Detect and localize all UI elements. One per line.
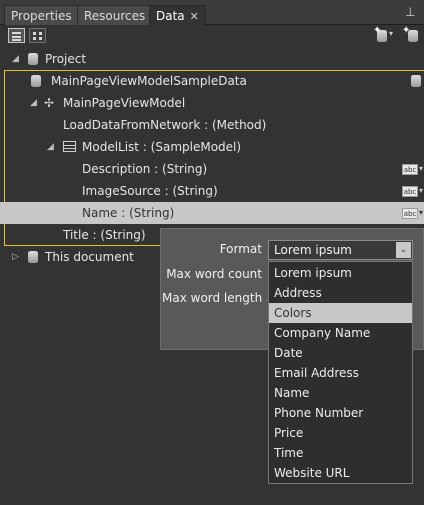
dropdown-option[interactable]: Phone Number [269,403,412,423]
pin-icon[interactable]: ⊥ [405,5,415,19]
tree-item-load-method[interactable]: LoadDataFromNetwork : (Method) [0,114,424,136]
tree-item-name[interactable]: Name : (String) abc ▾ [0,202,424,224]
tree-item-label: LoadDataFromNetwork : (Method) [63,118,267,132]
max-word-count-label: Max word count [166,267,262,281]
chevron-down-icon[interactable]: ⌄ [396,242,411,258]
database-icon [28,251,38,263]
dropdown-option[interactable]: Company Name [269,323,412,343]
dropdown-option[interactable]: Name [269,383,412,403]
tree-item-label: Description : (String) [82,162,208,176]
string-type-icon[interactable]: abc [402,208,418,219]
dropdown-option[interactable]: Address [269,283,412,303]
tree-item-model-list[interactable]: ◢ ModelList : (SampleModel) [0,136,424,158]
tree-item-label: Project [45,52,87,66]
collection-icon [63,141,76,152]
collapse-triangle-icon[interactable]: ◢ [30,92,37,114]
dropdown-option[interactable]: Website URL [269,463,412,483]
tab-resources-label: Resources [84,9,146,23]
string-type-icon[interactable]: abc [402,186,418,197]
tree-item-this-document[interactable]: ▷ This document [0,246,160,268]
close-icon[interactable]: ✕ [190,7,199,27]
details-mode-icon[interactable] [29,28,46,43]
tree-item-label: MainPageViewModelSampleData [51,74,247,88]
tree-item-description[interactable]: Description : (String) abc ▾ [0,158,424,180]
tree-item-label: Title : (String) [63,228,146,242]
tab-resources[interactable]: Resources [77,5,153,25]
format-select[interactable]: Lorem ipsum ⌄ [268,240,413,260]
chevron-down-icon[interactable]: ▾ [419,180,423,202]
tree-item-label: This document [45,250,134,264]
max-word-length-label: Max word length [162,291,263,305]
data-store-icon[interactable] [411,75,421,87]
format-label: Format [219,242,262,256]
collapse-triangle-icon[interactable]: ◢ [12,48,19,70]
chevron-down-icon[interactable]: ▾ [419,158,423,180]
tab-data-label: Data [156,9,185,23]
tree-item-image-source[interactable]: ImageSource : (String) abc ▾ [0,180,424,202]
object-icon: ✢ [44,96,55,110]
dropdown-option[interactable]: Email Address [269,363,412,383]
dropdown-option[interactable]: Date [269,343,412,363]
expand-triangle-icon[interactable]: ▷ [12,246,19,268]
dropdown-option[interactable]: Lorem ipsum [269,263,412,283]
list-mode-icon[interactable] [8,28,25,43]
string-type-icon[interactable]: abc [402,164,418,175]
dropdown-option-selected[interactable]: Colors [269,303,412,323]
tree-item-view-model[interactable]: ◢ ✢ MainPageViewModel [0,92,424,114]
tree-item-label: MainPageViewModel [63,96,186,110]
create-data-source-icon[interactable]: ✦ [402,25,424,43]
tab-data[interactable]: Data ✕ [149,5,206,25]
tab-properties-label: Properties [11,9,72,23]
collapse-triangle-icon[interactable]: ◢ [47,136,54,158]
tab-properties[interactable]: Properties [4,5,79,25]
sample-data-icon [31,75,41,87]
tree-item-project[interactable]: ◢ Project [0,48,424,70]
format-select-value: Lorem ipsum [274,243,352,257]
dropdown-option[interactable]: Price [269,423,412,443]
data-toolbar: ✦ ▾ ✦ [0,25,424,47]
tree-item-label: ModelList : (SampleModel) [82,140,242,154]
tree-item-title[interactable]: Title : (String) [0,224,160,246]
tree-item-label: Name : (String) [82,206,175,220]
dropdown-option[interactable]: Time [269,443,412,463]
chevron-down-icon[interactable]: ▾ [419,202,423,224]
format-dropdown-list: Lorem ipsum Address Colors Company Name … [268,261,413,484]
database-icon [28,53,38,65]
create-sample-data-icon[interactable]: ✦ ▾ [373,25,397,43]
tree-item-sample-data[interactable]: MainPageViewModelSampleData [0,70,424,92]
panel-tab-bar: Properties Resources Data ✕ ⊥ [0,0,424,25]
tree-item-label: ImageSource : (String) [82,184,218,198]
